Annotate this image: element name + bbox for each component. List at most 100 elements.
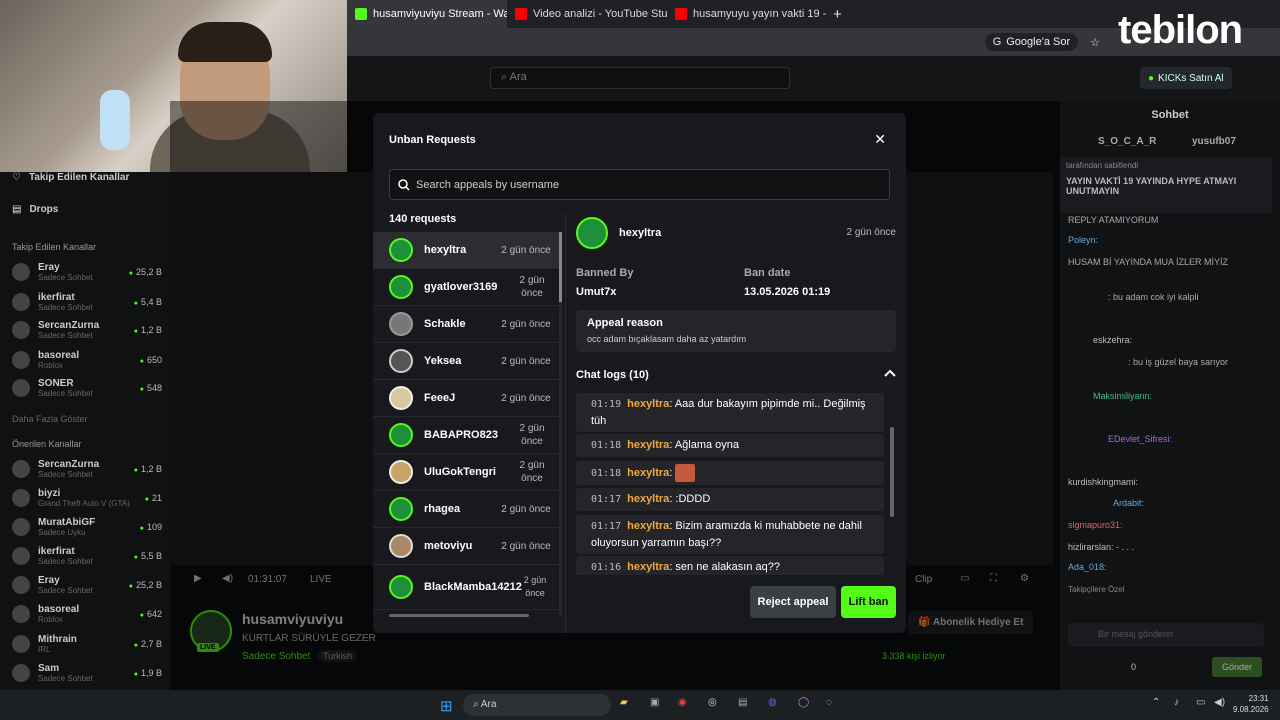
request-row[interactable]: Yeksea 2 gün önce — [373, 343, 561, 380]
chat-message: : bu adam cok iyi kalpli — [1108, 292, 1199, 302]
banned-by-label: Banned By — [576, 267, 634, 279]
network-icon[interactable]: ▭ — [1196, 697, 1205, 708]
show-more-link[interactable]: Daha Fazla Göster — [12, 414, 88, 424]
avatar — [389, 275, 413, 299]
site-search-input[interactable]: ⌕ Ara — [490, 67, 790, 89]
browser-tab[interactable]: husamyuyu yayın vakti 19 - You✕ — [667, 0, 827, 28]
request-row[interactable]: FeeeJ 2 gün önce — [373, 380, 561, 417]
chevron-up-icon[interactable] — [884, 365, 896, 380]
request-row[interactable]: rhagea 2 gün önce — [373, 491, 561, 528]
list-horizontal-scrollbar[interactable] — [389, 614, 529, 617]
terminal-icon[interactable]: ▣ — [650, 697, 659, 708]
sidebar-drops-link[interactable]: ▤ Drops — [12, 204, 162, 215]
avatar — [12, 351, 30, 369]
discord-icon[interactable]: ◍ — [768, 697, 777, 708]
chat-logs-header[interactable]: Chat logs (10) — [576, 369, 649, 381]
request-row[interactable]: metoviyu 2 gün önce — [373, 528, 561, 565]
channel-item[interactable]: MithrainIRL2,7 B — [12, 634, 162, 654]
chat-message: Maksimiliyann: — [1093, 391, 1153, 401]
chrome-icon[interactable]: ◉ — [678, 697, 687, 708]
followed-header: Takip Edilen Kanallar — [12, 242, 97, 252]
kicks-buy-button[interactable]: ● KICKs Satın Al — [1140, 67, 1232, 89]
top-user[interactable]: S_O_C_A_R — [1098, 136, 1156, 147]
search-icon — [398, 178, 410, 191]
chat-message: Ada_018: — [1068, 562, 1107, 572]
sidebar-followed-link[interactable]: ♡ Takip Edilen Kanallar — [12, 172, 162, 183]
obs-icon[interactable]: ◌ — [826, 697, 832, 708]
channel-item[interactable]: MuratAbiGFSadece Uyku109 — [12, 517, 162, 537]
request-row[interactable]: UluGokTengri 2 gün önce — [373, 454, 561, 491]
close-icon[interactable]: ✕ — [874, 131, 886, 148]
bookmark-star-icon[interactable]: ☆ — [1090, 36, 1100, 49]
top-user[interactable]: yusufb07 — [1192, 136, 1236, 147]
pinned-message[interactable]: tarafından sabitlendi YAYIN VAKTİ 19 YAY… — [1060, 157, 1272, 213]
avatar — [389, 423, 413, 447]
avatar — [389, 312, 413, 336]
channel-item[interactable]: biyziGrand Theft Auto V (GTA)21 — [12, 488, 162, 508]
steam-icon[interactable]: ◎ — [708, 697, 717, 708]
send-button[interactable]: Gönder — [1212, 657, 1262, 677]
request-row[interactable]: BlackMamba14212 2 gün önce — [373, 565, 561, 610]
microphone — [100, 90, 130, 150]
avatar — [12, 576, 30, 594]
appeal-search-input[interactable] — [416, 178, 876, 191]
chat-message: hizlirarslan: - . . . — [1068, 542, 1135, 552]
recommended-header: Önerilen Kanallar — [12, 439, 82, 449]
channel-item[interactable]: ikerfiratSadece Sohbet5,5 B — [12, 546, 162, 566]
left-sidebar: ♡ Takip Edilen Kanallar ▤ Drops Takip Edil… — [0, 172, 170, 690]
detail-username: hexyltra — [619, 227, 662, 239]
file-explorer-icon[interactable]: ▰ — [620, 697, 628, 708]
chat-message: REPLY ATAMIYORUM — [1068, 215, 1159, 225]
chat-message: eskzehra: — [1093, 335, 1133, 345]
appeal-search-field[interactable] — [389, 169, 890, 200]
google-icon: G — [992, 36, 1002, 48]
appeal-reason-label: Appeal reason — [587, 317, 663, 329]
lift-ban-button[interactable]: Lift ban — [841, 586, 896, 618]
list-scrollbar-thumb[interactable] — [559, 232, 562, 302]
channel-item[interactable]: SONERSadece Sohbet548 — [12, 378, 162, 398]
taskbar-clock[interactable]: 23:31 9.08.2026 — [1233, 693, 1269, 715]
chat-input[interactable]: Bir mesaj gönderin — [1068, 623, 1264, 647]
app-icon[interactable]: ◯ — [798, 697, 809, 708]
avatar — [12, 263, 30, 281]
avatar — [12, 635, 30, 653]
windows-start-icon[interactable]: ⊞ — [440, 697, 453, 715]
windows-taskbar: ⊞ ⌕ Ara ▰ ▣ ◉ ◎ ▤ ◍ ◯ ◌ ⌃ ♪ ▭ ◀) 23:31 9.… — [0, 690, 1280, 720]
chat-message: HUSAM Bİ YAYINDA MUA İZLER MİYİZ — [1068, 257, 1229, 267]
followers-only-label: Takipçilere Özel — [1068, 585, 1125, 594]
taskbar-search[interactable]: ⌕ Ara — [463, 694, 611, 716]
google-ask-button[interactable]: G Google'a Sor — [984, 33, 1079, 51]
list-scrollbar[interactable] — [559, 232, 562, 617]
detail-avatar — [576, 217, 608, 249]
channel-item[interactable]: SercanZurnaSadece Sohbet1,2 B — [12, 320, 162, 340]
channel-item[interactable]: EraySadece Sohbet25,2 B — [12, 575, 162, 595]
browser-tab[interactable]: husamviyuviyu Stream - Watch✕ — [347, 0, 507, 28]
avatar — [389, 497, 413, 521]
chat-log-scrollbar[interactable] — [890, 427, 894, 517]
chat-message: Poleyn: — [1068, 235, 1099, 245]
channel-item[interactable]: basorealRoblox642 — [12, 604, 162, 624]
channel-item[interactable]: SercanZurnaSadece Sohbet1,2 B — [12, 459, 162, 479]
avatar — [12, 664, 30, 682]
speaker-icon[interactable]: ◀) — [1214, 697, 1225, 708]
app-icon[interactable]: ▤ — [738, 697, 747, 708]
request-row[interactable]: hexyltra 2 gün önce — [373, 232, 561, 269]
microphone-icon[interactable]: ♪ — [1174, 697, 1179, 708]
reject-appeal-button[interactable]: Reject appeal — [750, 586, 836, 618]
request-row[interactable]: Schakle 2 gün önce — [373, 306, 561, 343]
request-row[interactable]: BABAPRO823 2 gün önce — [373, 417, 561, 454]
channel-item[interactable]: ikerfiratSadece Sohbet5,4 B — [12, 292, 162, 312]
avatar — [389, 460, 413, 484]
request-row[interactable]: gyatlover3169 2 gün önce — [373, 269, 561, 306]
avatar — [12, 605, 30, 623]
emote-image — [675, 464, 696, 482]
channel-item[interactable]: EraySadece Sohbet25,2 B — [12, 262, 162, 282]
tray-chevron-icon[interactable]: ⌃ — [1152, 697, 1160, 708]
chat-log-item: 01:17 hexyltra: Bizim aramızda ki muhabbe… — [576, 515, 884, 554]
browser-tab[interactable]: Video analizi - YouTube Studio✕ — [507, 0, 667, 28]
ban-date-label: Ban date — [744, 267, 791, 279]
avatar — [389, 238, 413, 262]
channel-item[interactable]: SamSadece Sohbet1,9 B — [12, 663, 162, 683]
channel-item[interactable]: basorealRoblox650 — [12, 350, 162, 370]
new-tab-button[interactable]: + — [833, 6, 842, 23]
